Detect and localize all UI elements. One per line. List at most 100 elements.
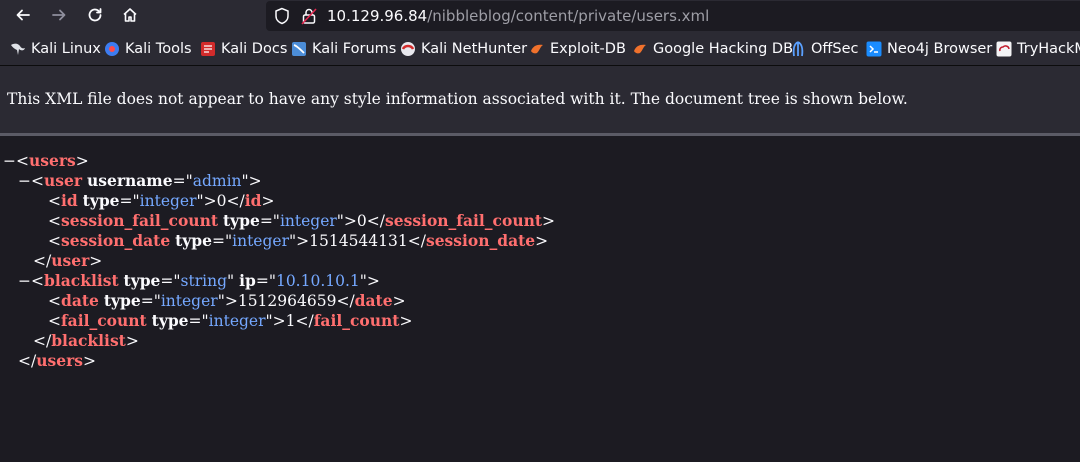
xml-tag-name: id	[61, 191, 78, 210]
bookmark-label: Kali Tools	[125, 41, 192, 57]
xml-tag-name: date	[61, 291, 99, 310]
notice-text: This XML file does not appear to have an…	[7, 90, 908, 108]
bookmark-label: Kali NetHunter	[421, 41, 528, 57]
xml-tag-name: session_fail_count	[385, 211, 543, 230]
bookmarks-toolbar: Kali Linux Kali Tools Kali Docs Kali For…	[0, 33, 1080, 66]
xml-user-close: </user>	[33, 251, 103, 270]
bookmark-kali-forums[interactable]: Kali Forums	[291, 39, 396, 59]
xml-fail-count-element: <fail_count type="integer">1</fail_count…	[48, 311, 413, 330]
kali-docs-icon	[201, 42, 215, 56]
bookmark-label: Exploit-DB	[550, 41, 626, 57]
kali-forums-icon	[292, 42, 306, 56]
home-icon	[123, 8, 137, 22]
xml-session-date-element: <session_date type="integer">1514544131<…	[48, 231, 549, 250]
xml-session-fail-count-element: <session_fail_count type="integer">0</se…	[48, 211, 556, 230]
xml-blacklist-close: </blacklist>	[33, 331, 139, 350]
xml-text-value: 0	[216, 192, 227, 210]
xml-attr-value: integer	[279, 212, 337, 230]
xml-attr-value: integer	[160, 292, 218, 310]
reload-icon	[88, 8, 102, 22]
url-path: /nibbleblog/content/private/users.xml	[427, 7, 710, 25]
xml-tag-name: session_date	[61, 231, 171, 250]
xml-tag-name: date	[354, 291, 393, 310]
bookmark-kali-linux[interactable]: Kali Linux	[10, 39, 101, 59]
bookmark-label: Kali Docs	[221, 41, 288, 57]
xml-attr-value: admin	[192, 172, 242, 190]
back-button[interactable]	[10, 4, 36, 26]
xml-attr-name: type	[222, 211, 260, 230]
kali-dragon-icon	[11, 43, 25, 55]
xml-tag-name: users	[29, 151, 76, 170]
bookmark-label: TryHackM	[1017, 41, 1080, 57]
arrow-left-icon	[16, 9, 30, 21]
xml-date-element: <date type="integer">1512964659</date>	[48, 291, 406, 310]
xml-attr-value: 10.10.10.1	[275, 272, 360, 290]
forward-button[interactable]	[46, 4, 72, 26]
insecure-lock-icon[interactable]	[300, 7, 318, 30]
kali-tools-icon	[105, 42, 119, 56]
url-bar[interactable]: 10.129.96.84/nibbleblog/content/private/…	[266, 1, 1080, 31]
xml-attr-name: type	[82, 191, 120, 210]
collapse-toggle[interactable]: −	[18, 172, 31, 190]
xml-attr-name: type	[175, 231, 213, 250]
collapse-toggle[interactable]: −	[3, 152, 16, 170]
url-host: 10.129.96.84	[327, 7, 428, 25]
xml-attr-value: integer	[139, 192, 197, 210]
reload-button[interactable]	[82, 4, 108, 26]
xml-tag-name: session_fail_count	[61, 211, 218, 230]
neo4j-icon	[866, 41, 882, 57]
browser-toolbar: 10.129.96.84/nibbleblog/content/private/…	[0, 0, 1080, 33]
bookmark-offsec[interactable]: OffSec	[790, 39, 859, 59]
bookmark-kali-tools[interactable]: Kali Tools	[104, 39, 192, 59]
bookmark-google-hacking-db[interactable]: Google Hacking DB	[632, 39, 793, 59]
xml-attr-value: integer	[208, 312, 266, 330]
arrow-right-icon	[52, 9, 66, 21]
xml-document-tree: −<users> −<user username="admin"> <id ty…	[0, 136, 1080, 462]
tryhackme-icon	[996, 41, 1012, 57]
bookmark-kali-nethunter[interactable]: Kali NetHunter	[400, 39, 527, 59]
xml-tag-name: user	[51, 251, 90, 270]
exploit-db-icon	[531, 44, 543, 54]
url-text[interactable]: 10.129.96.84/nibbleblog/content/private/…	[327, 7, 709, 25]
bookmark-kali-docs[interactable]: Kali Docs	[200, 39, 287, 59]
kali-nethunter-icon	[401, 42, 415, 56]
xml-tag-name: blacklist	[44, 271, 119, 290]
bookmark-label: Neo4j Browser	[887, 41, 993, 57]
tracking-protection-shield-icon[interactable]	[273, 7, 291, 30]
xml-tag-name: id	[244, 191, 262, 210]
xml-text-value: 0	[356, 212, 367, 230]
bookmark-label: OffSec	[811, 41, 859, 57]
xml-tag-name: blacklist	[51, 331, 126, 350]
xml-text-value: 1512964659	[237, 292, 337, 310]
xml-attr-name: type	[151, 311, 189, 330]
xml-tag-name: fail_count	[61, 311, 147, 330]
xml-text-value: 1514544131	[309, 232, 408, 250]
offsec-icon	[792, 41, 804, 57]
xml-attr-value: string	[180, 272, 228, 290]
xml-attr-name: ip	[239, 271, 256, 290]
bookmark-tryhackme[interactable]: TryHackM	[996, 39, 1080, 59]
xml-id-element: <id type="integer">0</id>	[48, 191, 275, 210]
xml-user-open: −<user username="admin">	[18, 171, 262, 190]
xml-attr-name: type	[103, 291, 141, 310]
xml-tag-name: fail_count	[313, 311, 400, 330]
bookmark-label: Kali Forums	[312, 41, 397, 57]
ghdb-icon	[634, 44, 646, 54]
home-button[interactable]	[117, 4, 143, 26]
bookmark-label: Google Hacking DB	[653, 41, 794, 57]
xml-style-notice: This XML file does not appear to have an…	[0, 66, 1080, 136]
xml-users-open: −<users>	[3, 151, 89, 170]
xml-tag-name: users	[36, 351, 83, 370]
bookmark-label: Kali Linux	[31, 41, 101, 57]
xml-tag-name: session_date	[425, 231, 536, 250]
bookmark-exploit-db[interactable]: Exploit-DB	[529, 39, 626, 59]
xml-blacklist-open: −<blacklist type="string" ip="10.10.10.1…	[18, 271, 380, 290]
xml-attr-value: integer	[232, 232, 289, 250]
xml-text-value: 1	[285, 312, 296, 330]
bookmark-neo4j-browser[interactable]: Neo4j Browser	[866, 39, 992, 59]
collapse-toggle[interactable]: −	[18, 272, 31, 290]
xml-tag-name: user	[44, 171, 83, 190]
xml-attr-name: type	[123, 271, 161, 290]
xml-attr-name: username	[86, 171, 173, 190]
xml-users-close: </users>	[18, 351, 96, 370]
